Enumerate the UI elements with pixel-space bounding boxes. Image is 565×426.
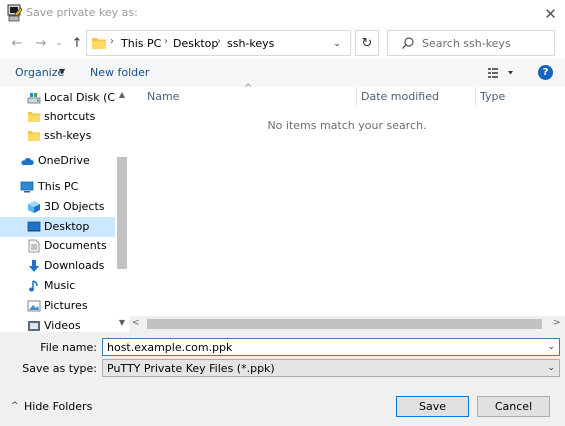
music-icon (27, 279, 41, 293)
sidebar-item-videos[interactable]: Videos (0, 316, 115, 332)
sidebar-item-label: 3D Objects (44, 200, 105, 213)
sidebar-item-this-pc[interactable]: This PC (0, 177, 115, 197)
breadcrumb-desktop[interactable]: Desktop (173, 37, 218, 50)
cancel-button[interactable]: Cancel (477, 396, 550, 417)
address-bar[interactable]: › This PC › Desktop › ssh-keys ⌄ (86, 30, 351, 56)
save-button[interactable]: Save (396, 396, 469, 417)
help-button[interactable]: ? (538, 65, 553, 80)
file-list[interactable]: Name ^ Date modified Type No items match… (129, 83, 565, 332)
sidebar-item-label: Downloads (44, 259, 105, 272)
picture-icon (27, 299, 41, 313)
column-label: Type (480, 90, 506, 103)
navigation-pane: Local Disk (C:) shortcuts ssh-keys OneDr… (0, 87, 129, 332)
new-folder-button[interactable]: New folder (90, 66, 149, 79)
scrollbar-thumb[interactable] (117, 157, 127, 269)
sidebar-item-label: Videos (44, 319, 81, 332)
save-as-type-select[interactable]: PuTTY Private Key Files (*.ppk) ⌄ (102, 359, 560, 377)
window-title: Save private key as: (26, 6, 138, 19)
breadcrumb-separator: › (110, 36, 114, 47)
chevron-down-icon: ⌄ (547, 363, 555, 373)
chevron-down-icon[interactable]: ⌄ (547, 342, 555, 352)
scroll-left-arrow-icon[interactable]: < (132, 318, 140, 328)
sidebar-item-downloads[interactable]: Downloads (0, 256, 115, 276)
search-icon (401, 36, 415, 50)
sidebar-item-label: ssh-keys (44, 129, 92, 142)
file-name-input[interactable]: host.example.com.ppk ⌄ (102, 338, 560, 356)
scroll-right-arrow-icon[interactable]: > (553, 318, 561, 328)
breadcrumb-this-pc[interactable]: This PC (121, 37, 161, 50)
video-icon (27, 319, 41, 332)
document-icon (27, 239, 41, 253)
putty-app-icon (7, 4, 23, 22)
sidebar-scrollbar[interactable]: ▲ ▼ (115, 87, 129, 332)
breadcrumb-separator: › (164, 36, 168, 47)
computer-icon (20, 180, 34, 194)
sidebar-item-ssh-keys[interactable]: ssh-keys (0, 126, 115, 146)
save-as-type-value: PuTTY Private Key Files (*.ppk) (107, 362, 275, 375)
scrollbar-thumb[interactable] (147, 319, 542, 329)
sort-ascending-icon: ^ (244, 83, 253, 94)
sidebar-item-label: Documents (44, 239, 107, 252)
sidebar-item-music[interactable]: Music (0, 276, 115, 296)
cloud-icon (20, 154, 34, 168)
column-label: Name (147, 90, 180, 103)
column-label: Date modified (361, 90, 439, 103)
back-arrow-icon[interactable]: ← (9, 35, 25, 51)
up-arrow-icon[interactable]: ↑ (69, 35, 85, 51)
horizontal-scrollbar[interactable]: < > (129, 316, 565, 332)
recent-locations-chevron-icon[interactable]: ⌄ (53, 35, 65, 51)
sidebar-item-label: Pictures (44, 299, 88, 312)
sidebar-item-pictures[interactable]: Pictures (0, 296, 115, 316)
close-button[interactable]: ✕ (536, 0, 565, 27)
download-icon (27, 259, 41, 273)
sidebar-item-label: This PC (38, 180, 79, 193)
organize-button[interactable]: Organize (15, 66, 64, 79)
navigation-bar: ← → ⌄ ↑ › This PC › Desktop › ssh-keys ⌄… (0, 27, 565, 59)
sidebar-item-label: Music (44, 279, 76, 292)
scroll-up-arrow-icon[interactable]: ▲ (115, 87, 129, 101)
refresh-button[interactable]: ↻ (355, 30, 379, 56)
title-bar: Save private key as: ✕ (0, 0, 565, 27)
view-options-icon[interactable] (487, 66, 515, 80)
file-name-value: host.example.com.ppk (107, 341, 233, 354)
folder-icon (91, 35, 107, 51)
file-name-label: File name: (40, 341, 97, 354)
hide-folders-button[interactable]: Hide Folders (24, 400, 92, 413)
save-as-type-label: Save as type: (22, 362, 97, 375)
drive-icon (27, 91, 41, 105)
cube-icon (27, 200, 41, 214)
sidebar-item-label: shortcuts (44, 110, 96, 123)
sidebar-item-onedrive[interactable]: OneDrive (0, 151, 115, 171)
sidebar-item-local-disk[interactable]: Local Disk (C:) (0, 88, 123, 108)
chevron-up-icon: ^ (11, 401, 19, 411)
breadcrumb-separator: › (217, 36, 221, 47)
command-toolbar: Organize ▼ New folder ? (0, 59, 565, 87)
folder-icon (27, 110, 41, 124)
search-placeholder: Search ssh-keys (422, 37, 511, 50)
sidebar-item-label: OneDrive (38, 154, 90, 167)
scroll-down-arrow-icon[interactable]: ▼ (115, 315, 129, 329)
sidebar-item-documents[interactable]: Documents (0, 236, 115, 256)
sidebar-item-label: Desktop (44, 220, 90, 233)
address-dropdown-chevron-icon[interactable]: ⌄ (331, 38, 343, 50)
column-header-date-modified[interactable]: Date modified (357, 87, 475, 107)
search-input[interactable]: Search ssh-keys (387, 30, 555, 56)
breadcrumb-ssh-keys[interactable]: ssh-keys (227, 37, 274, 50)
column-header-name[interactable]: Name ^ (129, 83, 356, 107)
forward-arrow-icon[interactable]: → (33, 35, 49, 51)
sidebar-item-3d-objects[interactable]: 3D Objects (0, 197, 115, 217)
sidebar-item-label: Local Disk (C:) (44, 91, 124, 104)
folder-icon (27, 129, 41, 143)
chevron-down-icon: ▼ (59, 67, 66, 76)
sidebar-item-shortcuts[interactable]: shortcuts (0, 107, 115, 127)
column-header-type[interactable]: Type (476, 87, 565, 107)
sidebar-item-desktop[interactable]: Desktop (0, 217, 115, 237)
desktop-icon (27, 220, 41, 234)
empty-results-message: No items match your search. (267, 119, 427, 132)
